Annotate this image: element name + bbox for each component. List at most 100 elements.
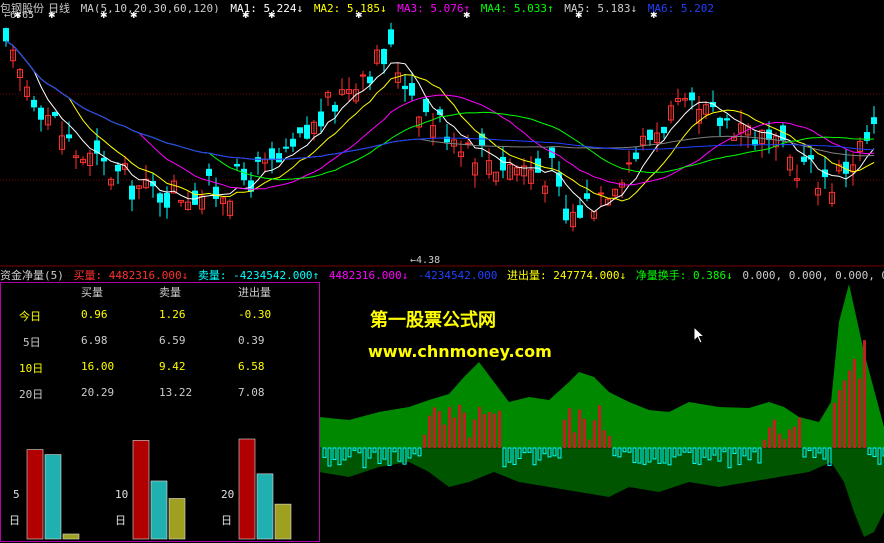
flow-bar-up [853, 358, 856, 448]
candle-body [500, 156, 506, 171]
flow-bar-up [798, 417, 801, 448]
candle-body [101, 157, 107, 162]
flow-bar-up [468, 437, 471, 448]
indicator-header: 资金净量(5) 买量: 4482316.000↓ 卖量: -4234542.00… [0, 267, 884, 281]
candle-body [38, 107, 44, 120]
candle-body [577, 205, 583, 218]
flow-bar-up [608, 435, 611, 448]
flow-bar-up [603, 430, 606, 448]
candle-body [626, 162, 632, 165]
flow-bar-up [768, 427, 771, 448]
high-price-value: 6.65 [10, 10, 35, 21]
kline-chart[interactable]: ✱ ✱ ✱ ✱ ✱ ✱ ✱ ✱ ✱ ✱ [0, 12, 884, 267]
flow-bar-up [463, 412, 466, 448]
low-price-label: ←4.38 [410, 255, 441, 266]
signal-star-icon: ✱ [463, 12, 471, 21]
watermark-url: www.chnmoney.com [368, 342, 552, 361]
flow-bar-up [593, 420, 596, 448]
ma-line-6 [5, 40, 875, 160]
candle-body [206, 168, 212, 176]
flow-bar-up [433, 407, 436, 448]
candle-body [115, 164, 121, 172]
candle-body [689, 92, 695, 101]
flow-bar-up [458, 404, 461, 448]
flow-bar-up [483, 414, 486, 448]
flow-bar-up [453, 417, 456, 448]
mini-chart-10-unit: 日 [115, 514, 126, 527]
candle-body [465, 142, 471, 145]
flow-bar-up [763, 439, 766, 448]
mini-chart-5-unit: 日 [9, 514, 20, 527]
flow-bar-up [423, 434, 426, 448]
flow-bar-up [428, 415, 431, 448]
candle-body [213, 186, 219, 199]
candle-body [66, 134, 72, 139]
candle-body [269, 148, 275, 161]
sell-volume: 卖量: -4234542.000↑ [197, 269, 320, 281]
fund-flow-panel: 买量 卖量 进出量 今日 0.96 1.26 -0.30 5日 6.98 6.5… [0, 282, 320, 542]
mini-chart-5-num: 5 [13, 488, 20, 501]
flow-bar-up [838, 390, 841, 448]
indicator-name[interactable]: 资金净量(5) [0, 269, 64, 281]
mini-bar-5-net [62, 533, 80, 540]
signal-star-icon: ✱ [48, 12, 56, 21]
candle-body [871, 117, 877, 125]
candle-body [332, 104, 338, 112]
candle-body [297, 127, 303, 134]
candle-body [661, 126, 667, 134]
flow-bar-up [858, 378, 861, 448]
mini-bar-10-buy [132, 440, 150, 540]
candle-body [290, 138, 296, 147]
candle-body [276, 153, 282, 163]
flow-bar-up [843, 380, 846, 448]
flow-area-down [319, 448, 884, 537]
signal-star-icon: ✱ [355, 12, 363, 21]
mini-bar-20-sell [256, 473, 274, 540]
mini-bar-10-net [168, 498, 186, 540]
flow-bar-up [778, 433, 781, 448]
net-turnover: 净量换手: 0.386↓ [635, 269, 733, 281]
mini-bar-5-buy [26, 449, 44, 540]
flow-bar-up [833, 402, 836, 448]
watermark-title: 第一股票公式网 [370, 310, 496, 331]
flow-bar-up [578, 409, 581, 448]
candle-body [129, 185, 135, 200]
signal-stars: ✱ ✱ ✱ ✱ ✱ ✱ ✱ ✱ ✱ ✱ [14, 12, 658, 21]
flow-bar-up [493, 413, 496, 448]
candle-body [717, 117, 723, 126]
candle-body [192, 190, 198, 205]
candle-body [598, 192, 604, 195]
candle-body [752, 139, 758, 146]
mini-bar-charts [26, 438, 292, 540]
flow-bar-up [443, 424, 446, 448]
candle-body [234, 163, 240, 167]
mini-chart-10-num: 10 [115, 488, 129, 501]
mini-chart-20-unit: 日 [221, 514, 232, 527]
candle-body [318, 111, 324, 127]
candle-body [381, 48, 387, 65]
flow-bar-up [588, 439, 591, 448]
candle-body [633, 152, 639, 160]
flow-bar-up [773, 419, 776, 448]
signal-star-icon: ✱ [268, 12, 276, 21]
value-3: 4482316.000↓ [328, 269, 409, 281]
flow-bar-up [783, 439, 786, 448]
flow-bar-up [473, 419, 476, 448]
ma-line-5 [5, 40, 875, 160]
candle-body [423, 98, 429, 113]
low-price-value: 4.38 [416, 255, 441, 266]
candle-body [164, 192, 170, 208]
flow-bar-up [448, 407, 451, 448]
flow-bar-up [863, 340, 866, 448]
candle-body [437, 109, 443, 115]
flow-bar-up [573, 432, 576, 448]
mini-chart-20-num: 20 [221, 488, 235, 501]
mini-bar-10-sell [150, 480, 168, 540]
flow-bar-up [438, 411, 441, 448]
candle-body [241, 168, 247, 181]
flow-bar-up [478, 406, 481, 448]
candle-body [801, 156, 807, 162]
buy-volume: 买量: 4482316.000↓ [73, 269, 189, 281]
signal-star-icon: ✱ [242, 12, 250, 21]
mini-bar-20-net [274, 503, 292, 540]
